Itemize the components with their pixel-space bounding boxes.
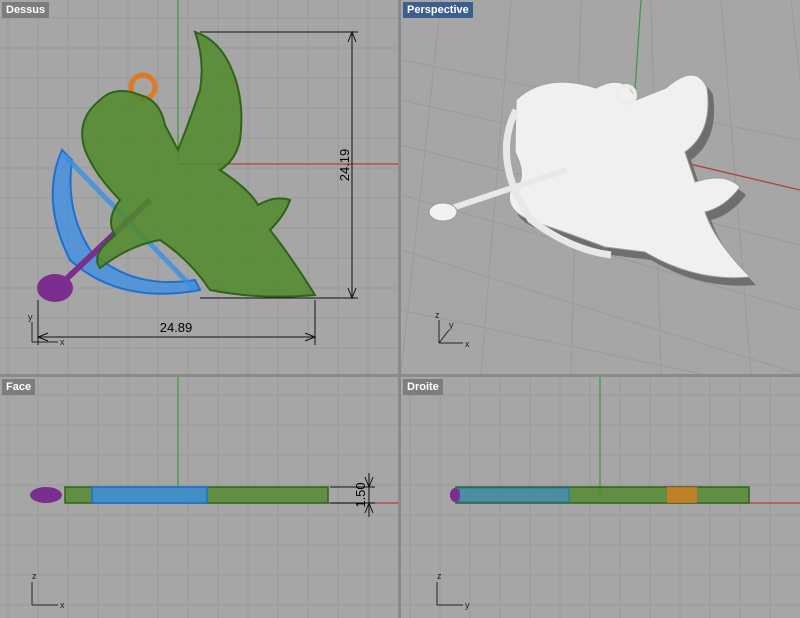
viewport-perspective-canvas: z y x xyxy=(401,0,800,374)
viewport-right[interactable]: z y Droite xyxy=(401,377,800,618)
arrow-head xyxy=(37,274,73,302)
axis-indicator-z: z xyxy=(437,571,442,581)
arrow-head-model xyxy=(428,202,458,222)
axis-indicator-y: y xyxy=(465,600,470,610)
axis-indicator-x: x xyxy=(60,600,65,610)
viewport-top-canvas: 24.19 24.89 y x xyxy=(0,0,398,374)
bow-side xyxy=(458,487,570,503)
viewport-label-top[interactable]: Dessus xyxy=(2,2,50,18)
bow-side xyxy=(91,486,208,504)
viewport-top[interactable]: 24.19 24.89 y x Dessus xyxy=(0,0,398,374)
axis-indicator-x: x xyxy=(465,339,470,349)
viewport-perspective[interactable]: z y x Perspective xyxy=(401,0,800,374)
arrow-head-side xyxy=(30,487,62,503)
viewport-label-perspective[interactable]: Perspective xyxy=(403,2,473,18)
width-dimension-text: 24.89 xyxy=(160,320,193,335)
axis-indicator xyxy=(31,322,58,343)
thickness-dimension-text: 1.50 xyxy=(353,482,368,507)
axis-indicator-x: x xyxy=(60,337,65,347)
axis-indicator-z: z xyxy=(32,571,37,581)
viewport-label-front[interactable]: Face xyxy=(2,379,36,395)
viewport-right-canvas: z y xyxy=(401,377,800,618)
axis-indicator-y: y xyxy=(28,312,33,322)
axis-indicator xyxy=(31,582,58,606)
viewport-label-right[interactable]: Droite xyxy=(403,379,443,395)
ring-side xyxy=(667,487,697,503)
axis-indicator-z: z xyxy=(435,310,440,320)
arrow-head-side xyxy=(450,488,460,502)
height-dimension-text: 24.19 xyxy=(337,149,352,182)
axis-indicator xyxy=(436,582,463,606)
axis-indicator-y: y xyxy=(449,320,454,330)
viewport-front-canvas: 1.50 z x xyxy=(0,377,398,618)
viewport-front[interactable]: 1.50 z x Face xyxy=(0,377,398,618)
